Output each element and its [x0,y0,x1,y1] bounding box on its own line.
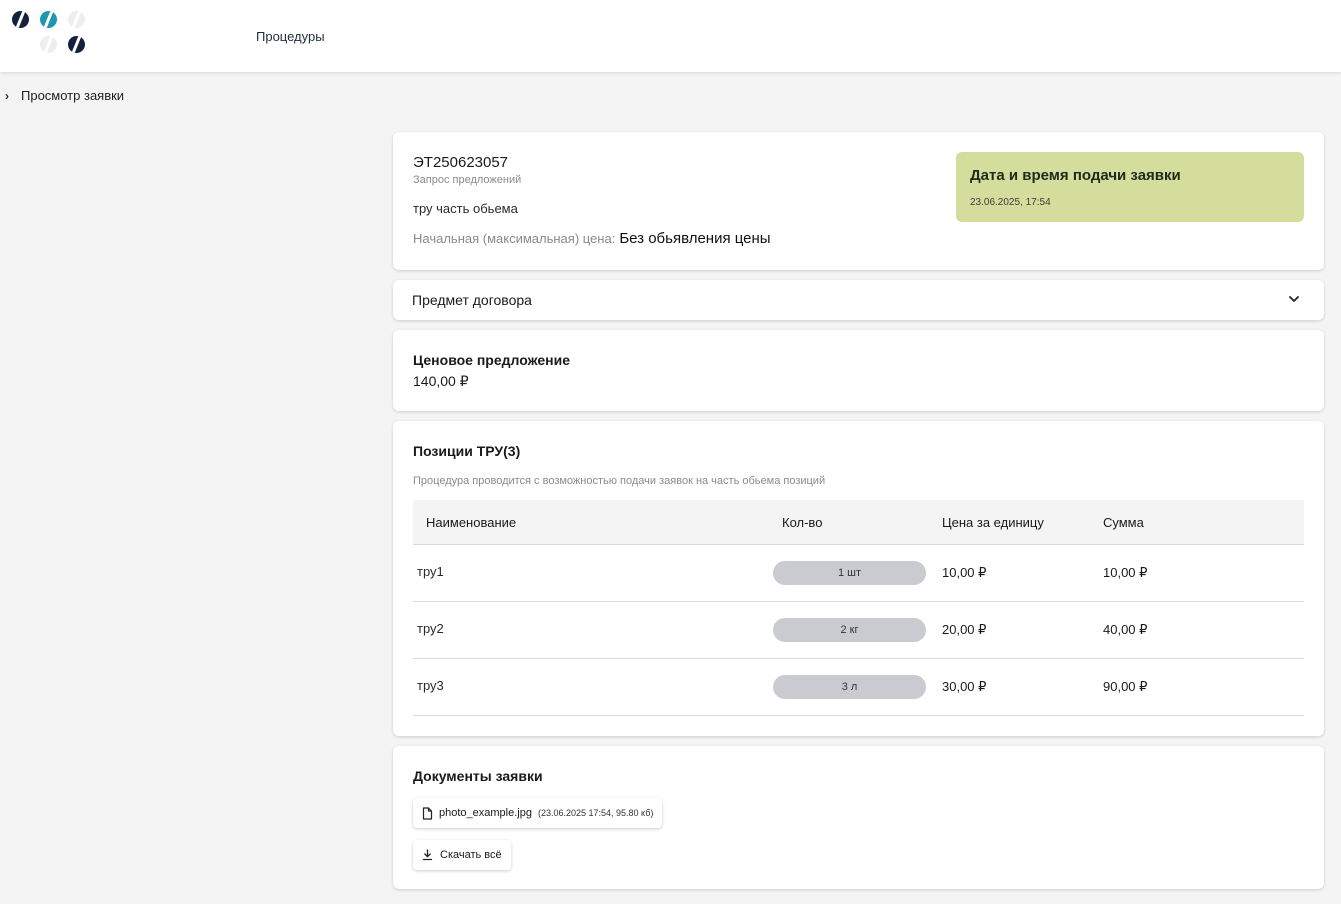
column-header-name: Наименование [426,515,517,530]
initial-price-label: Начальная (максимальная) цена: [413,231,616,246]
file-meta: (23.06.2025 17:54, 95.80 кб) [537,808,654,818]
item-unit-price: 10,00 ₽ [942,565,987,580]
file-chip[interactable]: photo_example.jpg (23.06.2025 17:54, 95.… [413,798,663,828]
contract-subject-title: Предмет договора [412,292,532,308]
download-all-button[interactable]: Скачать всё [413,840,511,870]
file-icon [422,806,433,820]
item-qty: 2 кг [773,618,926,642]
submission-datetime: 23.06.2025, 17:54 [970,197,1051,208]
item-name: тру3 [417,678,444,693]
procedure-number: ЭТ250623057 [413,154,509,171]
item-sum: 40,00 ₽ [1103,622,1148,637]
item-name: тру2 [417,621,444,636]
nav-link-procedures[interactable]: Процедуры [256,29,325,44]
price-offer-value: 140,00 ₽ [413,373,469,389]
column-header-sum: Сумма [1103,515,1144,530]
initial-price-value: Без обьявления цены [619,230,771,247]
table-row: тру2 2 кг 20,00 ₽ 40,00 ₽ [413,602,1304,659]
price-offer-title: Ценовое предложение [413,352,570,368]
file-name[interactable]: photo_example.jpg [439,807,532,819]
price-offer-card: Ценовое предложение 140,00 ₽ [393,330,1324,411]
column-header-unit-price: Цена за единицу [942,515,1044,530]
item-unit-price: 20,00 ₽ [942,622,987,637]
column-header-qty: Кол-во [782,515,823,530]
table-row: тру1 1 шт 10,00 ₽ 10,00 ₽ [413,545,1304,602]
chevron-down-icon[interactable] [1288,293,1300,305]
breadcrumb-current: Просмотр заявки [21,88,125,103]
items-table-header: Наименование Кол-во Цена за единицу Сумм… [413,500,1304,545]
procedure-type: Запрос предложений [413,174,522,186]
item-name: тру1 [417,564,444,579]
top-bar: Процедуры [0,0,1341,72]
dots-logo-icon[interactable] [12,11,92,55]
breadcrumb: › Просмотр заявки [5,88,124,103]
documents-title: Документы заявки [413,768,543,784]
table-row: тру3 3 л 30,00 ₽ 90,00 ₽ [413,659,1304,716]
item-qty: 1 шт [773,561,926,585]
item-sum: 90,00 ₽ [1103,679,1148,694]
download-icon [422,849,433,861]
procedure-name: тру часть обьема [413,201,518,216]
item-unit-price: 30,00 ₽ [942,679,987,694]
chevron-right-icon[interactable]: › [5,89,9,103]
contract-subject-accordion[interactable]: Предмет договора [393,280,1324,320]
item-sum: 10,00 ₽ [1103,565,1148,580]
items-note: Процедура проводится с возможностью пода… [413,475,826,487]
submission-datetime-box: Дата и время подачи заявки 23.06.2025, 1… [956,152,1304,222]
documents-card: Документы заявки photo_example.jpg (23.0… [393,746,1324,889]
download-all-label: Скачать всё [440,849,502,861]
initial-price: Начальная (максимальная) цена: Без обьяв… [413,230,771,247]
submission-title: Дата и время подачи заявки [970,167,1181,184]
item-qty: 3 л [773,675,926,699]
procedure-card: ЭТ250623057 Запрос предложений тру часть… [393,132,1324,270]
items-card: Позиции ТРУ(3) Процедура проводится с во… [393,421,1324,736]
items-title: Позиции ТРУ(3) [413,443,521,459]
